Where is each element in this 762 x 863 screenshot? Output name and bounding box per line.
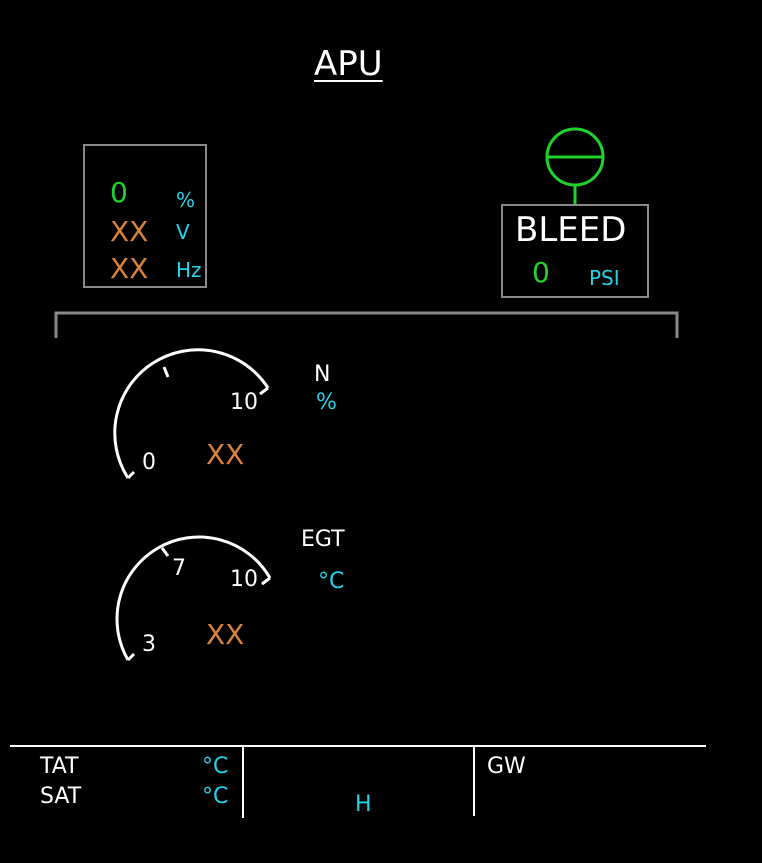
n-gauge-tick-min: 0 [142,450,156,475]
sat-unit: °C [202,784,229,809]
n-gauge-unit: % [316,390,337,415]
time-hours-label: H [355,792,372,817]
egt-gauge-tick-mid: 7 [172,556,186,581]
tat-label: TAT [40,754,79,779]
egt-gauge-tick-min: 3 [142,632,156,657]
tat-unit: °C [202,754,229,779]
bleed-label: BLEED [515,210,627,250]
n-gauge-value: XX [206,438,245,471]
bleed-pressure-unit: PSI [589,266,620,290]
bus-bracket [54,311,679,338]
sat-label: SAT [40,784,82,809]
egt-gauge-value: XX [206,618,245,651]
n-gauge-tick-max: 10 [230,390,258,415]
n-gauge-label: N [314,362,331,387]
egt-gauge-label: EGT [301,527,345,552]
bleed-pressure-value: 0 [532,256,550,289]
apu-diagram-lines [10,127,706,818]
egt-gauge-arc [115,535,272,661]
egt-gauge-tick-max: 10 [230,567,258,592]
egt-gauge-unit: °C [318,569,345,594]
gross-weight-label: GW [487,754,526,779]
